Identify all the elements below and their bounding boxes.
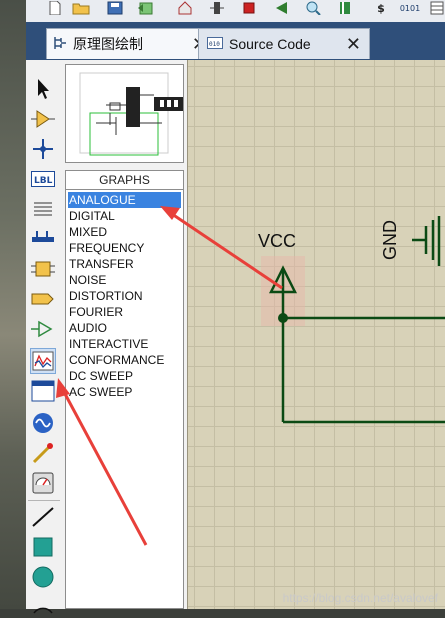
close-icon[interactable]: ✕ xyxy=(346,34,361,55)
graph-item-dc-sweep[interactable]: DC SWEEP xyxy=(68,368,181,384)
schematic-thumbnail xyxy=(79,72,184,156)
voltage-probe-icon[interactable] xyxy=(30,440,56,466)
library-icon[interactable] xyxy=(336,0,354,16)
new-file-icon[interactable] xyxy=(46,0,64,16)
pick-device-icon[interactable] xyxy=(208,0,226,16)
circle-icon[interactable] xyxy=(30,564,56,590)
graph-item-analogue[interactable]: ANALOGUE xyxy=(68,192,181,208)
import-icon[interactable] xyxy=(136,0,154,16)
graph-item-transfer[interactable]: TRANSFER xyxy=(68,256,181,272)
generator-icon[interactable] xyxy=(30,410,56,436)
tab-schematic-capture[interactable]: 原理图绘制 ✕ xyxy=(46,28,216,59)
wire-label-text: LBL xyxy=(34,176,53,186)
junction-dot-icon[interactable] xyxy=(30,136,56,162)
junction-dot[interactable] xyxy=(278,313,288,323)
main-toolbar: $ 0101 xyxy=(26,0,445,23)
watermark: https://blog.csdn.net/avalovef xyxy=(282,591,438,605)
vcc-label: VCC xyxy=(258,231,296,251)
table-icon[interactable] xyxy=(428,0,445,16)
line-icon[interactable] xyxy=(30,504,56,530)
bus-icon[interactable] xyxy=(30,226,56,252)
object-selector-panel: GRAPHS ANALOGUE DIGITAL MIXED FREQUENCY … xyxy=(62,60,187,609)
graph-item-mixed[interactable]: MIXED xyxy=(68,224,181,240)
terminal-icon[interactable] xyxy=(30,286,56,312)
dollar-icon[interactable]: $ xyxy=(372,0,390,16)
graph-item-distortion[interactable]: DISTORTION xyxy=(68,288,181,304)
graph-item-frequency[interactable]: FREQUENCY xyxy=(68,240,181,256)
schematic-drawing: VCC GND xyxy=(258,216,445,424)
source-code-icon: 010 xyxy=(207,36,223,52)
overview-preview[interactable] xyxy=(65,64,184,163)
graph-item-digital[interactable]: DIGITAL xyxy=(68,208,181,224)
gnd-label: GND xyxy=(380,220,400,260)
tab-label: 原理图绘制 xyxy=(73,36,143,52)
graph-icon[interactable] xyxy=(30,348,56,374)
tab-source-code[interactable]: 010 Source Code ✕ xyxy=(198,28,370,59)
subcircuit-icon[interactable] xyxy=(30,256,56,282)
wire-label-icon[interactable]: LBL xyxy=(30,166,56,192)
text-script-icon[interactable] xyxy=(30,196,56,222)
graph-item-ac-sweep[interactable]: AC SWEEP xyxy=(68,384,181,400)
box-icon[interactable] xyxy=(30,534,56,560)
component-icon[interactable] xyxy=(30,106,56,132)
arc-icon[interactable] xyxy=(30,592,56,618)
selection-arrow-icon[interactable] xyxy=(30,76,56,102)
mode-toolbar: LBL xyxy=(26,60,63,613)
chip-icon[interactable] xyxy=(240,0,258,16)
schematic-canvas[interactable]: VCC GND https://blog.csdn.net/avalovef xyxy=(187,60,445,609)
svg-text:010: 010 xyxy=(209,41,220,48)
back-icon[interactable] xyxy=(272,0,290,16)
binary-icon[interactable]: 0101 xyxy=(398,0,422,16)
toolbar-divider xyxy=(28,500,60,501)
graphs-panel-header: GRAPHS xyxy=(65,170,184,190)
device-pin-icon[interactable] xyxy=(30,316,56,342)
open-folder-icon[interactable] xyxy=(72,0,90,16)
desktop-background xyxy=(0,0,26,609)
document-tab-bar: 原理图绘制 ✕ 010 Source Code ✕ xyxy=(26,22,445,60)
graph-item-noise[interactable]: NOISE xyxy=(68,272,181,288)
graph-item-audio[interactable]: AUDIO xyxy=(68,320,181,336)
graphs-list: ANALOGUE DIGITAL MIXED FREQUENCY TRANSFE… xyxy=(65,190,184,609)
virtual-instrument-icon[interactable] xyxy=(30,470,56,496)
graph-item-conformance[interactable]: CONFORMANCE xyxy=(68,352,181,368)
save-icon[interactable] xyxy=(106,0,124,16)
graph-item-interactive[interactable]: INTERACTIVE xyxy=(68,336,181,352)
schematic-icon xyxy=(53,36,67,53)
tab-label: Source Code xyxy=(229,36,311,52)
home-icon[interactable] xyxy=(176,0,194,16)
tape-recorder-icon[interactable] xyxy=(30,378,56,404)
graph-item-fourier[interactable]: FOURIER xyxy=(68,304,181,320)
zoom-icon[interactable] xyxy=(304,0,322,16)
